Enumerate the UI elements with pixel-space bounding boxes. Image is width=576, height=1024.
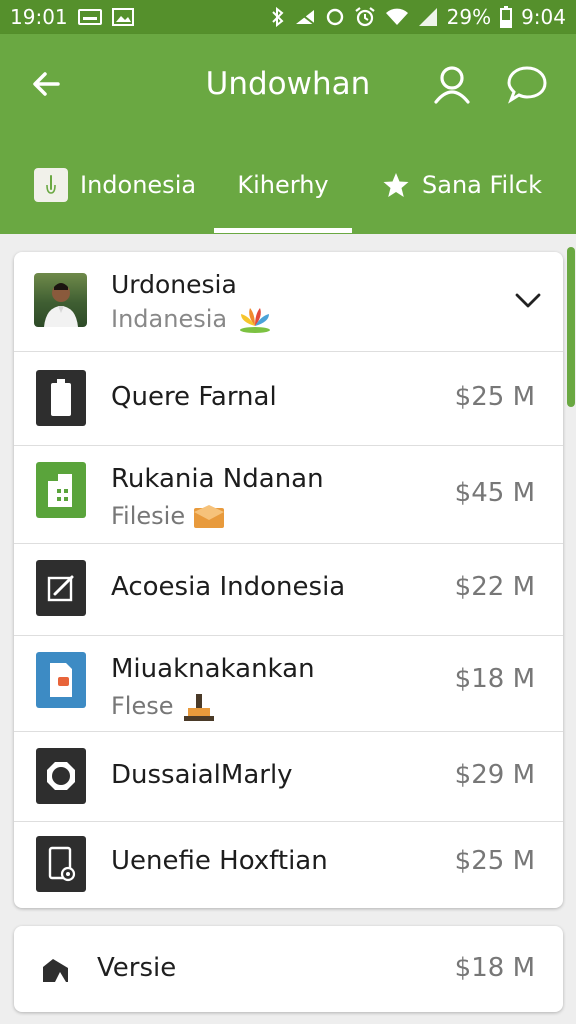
octagon-icon <box>36 748 86 804</box>
star-icon <box>383 173 409 197</box>
header-subtitle: Indanesia <box>111 305 228 333</box>
image-icon <box>111 8 134 26</box>
landmark-icon <box>183 694 214 721</box>
item-name: Rukania Ndanan <box>111 464 324 494</box>
status-left-time: 19:01 <box>10 5 68 29</box>
tab-kiherhy[interactable]: Kiherhy <box>214 136 352 234</box>
status-time: 9:04 <box>521 5 566 29</box>
item-price: $29 M <box>454 760 535 790</box>
selected-tab-indicator <box>214 228 352 233</box>
header-row[interactable]: Urdonesia Indanesia <box>14 252 563 352</box>
tab-label: Sana Filck <box>422 171 542 199</box>
building-icon <box>36 462 86 518</box>
mail-icon <box>77 9 102 25</box>
wifi-icon <box>385 8 408 25</box>
item-subtitle-row: Flese <box>111 690 216 722</box>
mute-icon <box>295 9 315 25</box>
footer-item-price: $18 M <box>454 953 535 983</box>
footer-item-name: Versie <box>97 953 177 983</box>
bluetooth-icon <box>271 7 284 27</box>
item-name: Acoesia Indonesia <box>111 572 346 602</box>
item-subtitle: Filesie <box>111 502 186 530</box>
battery-icon <box>500 6 513 28</box>
lotus-icon <box>240 308 271 333</box>
tab-label: Kiherhy <box>237 171 329 199</box>
app-title: Undowhan <box>205 66 371 102</box>
list-item[interactable]: Rukania Ndanan Filesie $45 M <box>14 446 563 544</box>
battery-icon <box>36 370 86 426</box>
item-price: $45 M <box>454 478 535 508</box>
chevron-down-icon[interactable] <box>514 290 542 310</box>
house-icon <box>43 959 68 982</box>
sync-icon <box>326 8 343 26</box>
item-name: Quere Farnal <box>111 382 277 412</box>
tablet-settings-icon <box>36 836 86 892</box>
alarm-icon <box>354 7 375 27</box>
item-name: Uenefie Hoxftian <box>111 846 328 876</box>
item-price: $25 M <box>454 846 535 876</box>
chat-icon[interactable] <box>505 62 549 106</box>
item-subtitle-row: Filesie <box>111 502 225 530</box>
item-price: $18 M <box>454 664 535 694</box>
envelope-icon <box>194 505 225 528</box>
list-item[interactable]: Miuaknakankan Flese $18 M <box>14 636 563 732</box>
signal-icon <box>418 8 437 26</box>
header-title: Urdonesia <box>111 270 237 299</box>
avatar <box>34 273 87 327</box>
item-name: Miuaknakankan <box>111 654 315 684</box>
edit-icon <box>36 560 86 616</box>
item-price: $22 M <box>454 572 535 602</box>
status-bar: 19:01 29% 9:04 <box>0 0 576 34</box>
item-price: $25 M <box>454 382 535 412</box>
footer-item[interactable]: Versie $18 M <box>14 926 563 1012</box>
item-name: DussaialMarly <box>111 760 293 790</box>
list-card: Urdonesia Indanesia Quere Farnal $25 M R… <box>14 252 563 908</box>
list-item[interactable]: Quere Farnal $25 M <box>14 352 563 446</box>
document-icon <box>36 652 86 708</box>
search-icon[interactable] <box>430 62 474 106</box>
tab-indonesia[interactable]: Indonesia <box>34 136 196 234</box>
list-item[interactable]: Acoesia Indonesia $22 M <box>14 544 563 636</box>
app-bar: Undowhan <box>0 34 576 136</box>
battery-level: 29% <box>446 5 492 29</box>
tab-bar: Indonesia Kiherhy Sana Filck <box>0 136 576 234</box>
tab-label: Indonesia <box>80 171 197 199</box>
list-item[interactable]: DussaialMarly $29 M <box>14 732 563 822</box>
tab-sana-filck[interactable]: Sana Filck <box>382 136 542 234</box>
scrollbar[interactable] <box>567 247 575 407</box>
item-subtitle: Flese <box>111 692 174 720</box>
list-item[interactable]: Uenefie Hoxftian $25 M <box>14 822 563 908</box>
thermometer-icon <box>34 168 68 202</box>
